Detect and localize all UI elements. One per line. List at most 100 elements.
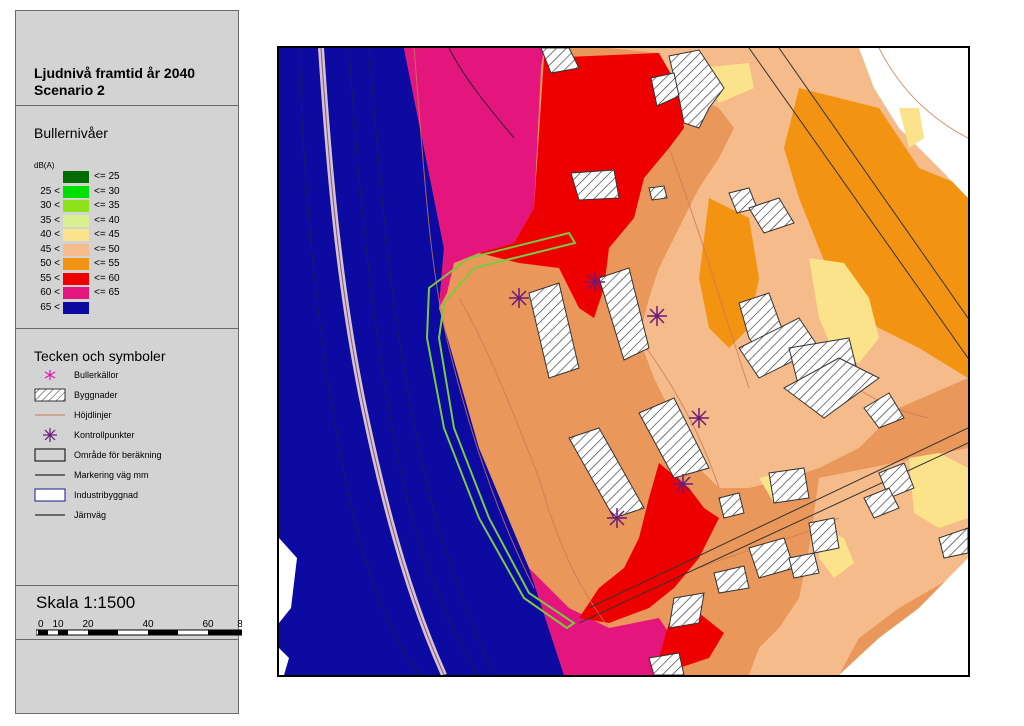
- legend-upper-bound: <= 50: [94, 243, 120, 255]
- symbol-label: Område för beräkning: [74, 450, 162, 460]
- road-marking-line-icon: [34, 467, 66, 483]
- map-title-line2: Scenario 2: [34, 82, 105, 98]
- building: [598, 267, 650, 361]
- control-point-icon: [607, 508, 627, 528]
- symbol-label: Järnväg: [74, 510, 107, 520]
- symbol-label: Bullerkällor: [74, 370, 119, 380]
- symbol-label: Kontrollpunkter: [74, 430, 135, 440]
- legend-lower-bound: 40 <: [40, 229, 60, 240]
- legend-swatch: [63, 243, 89, 256]
- control-point-icon: [689, 408, 709, 428]
- building: [648, 185, 668, 201]
- legend-row: 55 < <= 60: [16, 272, 238, 285]
- symbol-row: Byggnader: [16, 387, 238, 403]
- building: [528, 282, 580, 379]
- legend-upper-bound: <= 45: [94, 229, 120, 240]
- symbol-label: Byggnader: [74, 390, 118, 400]
- scale-tick-label: 8: [237, 619, 242, 630]
- symbol-label: Industribyggnad: [74, 490, 139, 500]
- legend-upper-bound: <= 65: [94, 287, 120, 298]
- scale-tick-label: 60: [202, 619, 214, 630]
- symbol-row: Kontrollpunkter: [16, 427, 238, 443]
- building: [668, 592, 705, 629]
- symbol-row: Markering väg mm: [16, 467, 238, 483]
- control-point-icon: [585, 272, 605, 292]
- legend-row: 40 < <= 45: [16, 229, 238, 241]
- legend-lower-bound: 35 <: [40, 214, 60, 226]
- legend-upper-bound: <= 35: [94, 200, 120, 211]
- legend-upper-bound: <= 25: [94, 171, 120, 182]
- scale-label: Skala 1:1500: [36, 593, 136, 612]
- noise-source-star-icon: [34, 367, 66, 383]
- legend-swatch: [63, 272, 89, 285]
- legend-heading: Bullernivåer: [34, 125, 108, 141]
- legend-upper-bound: <= 55: [94, 258, 120, 269]
- building: [718, 492, 745, 519]
- legend-swatch: [63, 287, 89, 299]
- section-divider: [16, 105, 238, 106]
- legend-swatch: [63, 185, 89, 198]
- section-divider: [16, 639, 238, 640]
- legend-row: 65 <: [16, 301, 238, 314]
- building: [570, 169, 620, 201]
- building: [808, 517, 840, 554]
- legend-lower-bound: 25 <: [40, 185, 60, 197]
- symbol-row: Industribyggnad: [16, 487, 238, 503]
- legend-panel: Ljudnivå framtid år 2040 Scenario 2 Bull…: [15, 10, 242, 714]
- building: [788, 552, 820, 579]
- section-divider: [16, 585, 238, 586]
- contour-line-icon: [34, 407, 66, 423]
- scale-tick-label: 20: [82, 619, 94, 630]
- legend-lower-bound: 60 <: [40, 287, 60, 298]
- legend-swatch: [63, 229, 89, 241]
- section-divider: [16, 328, 238, 329]
- calc-area-box-icon: [34, 447, 66, 463]
- noise-map-canvas[interactable]: [279, 48, 968, 675]
- legend-swatch: [63, 171, 89, 183]
- legend-unit: dB(A): [34, 161, 55, 170]
- symbol-row: Järnväg: [16, 507, 238, 523]
- legend-row: 30 < <= 35: [16, 200, 238, 212]
- symbol-label: Höjdlinjer: [74, 410, 112, 420]
- control-point-icon: [673, 474, 693, 494]
- building-hatch-icon: [34, 387, 66, 403]
- symbol-row: Bullerkällor: [16, 367, 238, 383]
- legend-row: 25 < <= 30: [16, 185, 238, 198]
- legend-swatch: [63, 214, 89, 227]
- symbol-row: Höjdlinjer: [16, 407, 238, 423]
- control-point-star-icon: [34, 427, 66, 443]
- building: [713, 565, 750, 594]
- legend-swatch: [63, 301, 89, 314]
- scale-bar: 0 10 20 40 60 8: [36, 619, 242, 636]
- legend-row: 35 < <= 40: [16, 214, 238, 227]
- legend-row: <= 25: [16, 171, 238, 183]
- legend-upper-bound: <= 60: [94, 272, 120, 284]
- legend-lower-bound: 50 <: [40, 258, 60, 269]
- symbol-label: Markering väg mm: [74, 470, 149, 480]
- scale-tick-label: 0: [38, 619, 44, 630]
- map-title: Ljudnivå framtid år 2040 Scenario 2: [34, 65, 195, 99]
- scale-tick-label: 10: [52, 619, 64, 630]
- legend-lower-bound: 45 <: [40, 243, 60, 255]
- legend-swatch: [63, 258, 89, 270]
- building: [768, 467, 810, 504]
- legend-row: 50 < <= 55: [16, 258, 238, 270]
- map-title-line1: Ljudnivå framtid år 2040: [34, 65, 196, 81]
- legend-lower-bound: 55 <: [40, 272, 60, 284]
- industrial-building-box-icon: [34, 487, 66, 503]
- legend-row: 45 < <= 50: [16, 243, 238, 256]
- symbol-row: Område för beräkning: [16, 447, 238, 463]
- symbols-heading: Tecken och symboler: [34, 348, 166, 364]
- building: [748, 537, 795, 579]
- control-point-icon: [509, 288, 529, 308]
- legend-upper-bound: <= 30: [94, 185, 120, 197]
- scale-tick-label: 40: [142, 619, 154, 630]
- legend-lower-bound: 65 <: [40, 301, 60, 313]
- building: [568, 427, 645, 519]
- legend-lower-bound: 30 <: [40, 200, 60, 211]
- legend-swatch: [63, 200, 89, 212]
- control-point-icon: [647, 306, 667, 326]
- legend-row: 60 < <= 65: [16, 287, 238, 299]
- noise-map[interactable]: [277, 46, 970, 677]
- railway-line-icon: [34, 507, 66, 523]
